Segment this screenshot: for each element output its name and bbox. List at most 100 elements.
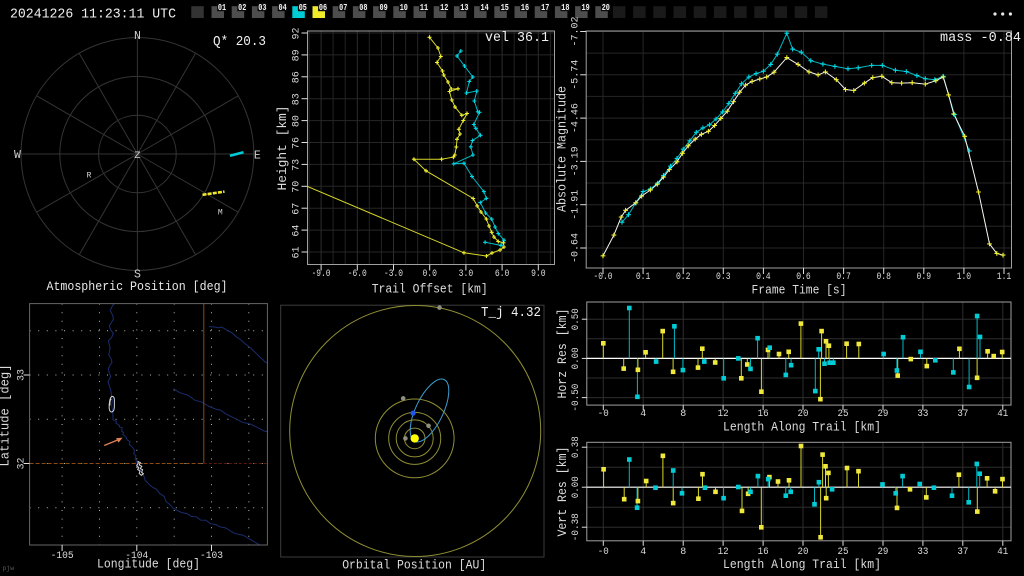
svg-text:Absolute Magnitude: Absolute Magnitude — [556, 86, 570, 212]
svg-text:0.7: 0.7 — [836, 271, 851, 283]
svg-text:3.0: 3.0 — [459, 268, 474, 280]
svg-text:32: 32 — [16, 458, 28, 470]
svg-text:92: 92 — [291, 28, 303, 40]
svg-text:N: N — [134, 30, 141, 43]
svg-text:-3.0: -3.0 — [384, 268, 403, 280]
svg-text:-4.46: -4.46 — [570, 103, 582, 133]
svg-text:Trail Offset [km]: Trail Offset [km] — [372, 283, 488, 297]
svg-text:0.6: 0.6 — [796, 271, 811, 283]
svg-text:0.2: 0.2 — [676, 271, 691, 283]
svg-text:16: 16 — [521, 3, 529, 13]
svg-text:76: 76 — [291, 137, 303, 149]
svg-text:07: 07 — [339, 3, 347, 13]
svg-text:0.1: 0.1 — [636, 271, 651, 283]
svg-text:-9.0: -9.0 — [312, 268, 331, 280]
svg-text:pjw: pjw — [3, 565, 15, 572]
svg-text:-7.02: -7.02 — [570, 17, 582, 47]
svg-text:-0: -0 — [598, 408, 609, 420]
svg-text:70: 70 — [291, 181, 303, 193]
svg-text:vel 36.1: vel 36.1 — [485, 31, 549, 46]
svg-text:8: 8 — [680, 546, 686, 558]
svg-text:Orbital Position [AU]: Orbital Position [AU] — [342, 559, 486, 573]
svg-text:64: 64 — [291, 225, 303, 237]
svg-text:12: 12 — [718, 546, 729, 558]
svg-text:25: 25 — [838, 408, 849, 420]
svg-text:Z: Z — [134, 150, 140, 162]
svg-text:Q* 20.3: Q* 20.3 — [213, 35, 266, 50]
svg-text:T_j 4.32: T_j 4.32 — [481, 306, 541, 321]
svg-text:14: 14 — [481, 3, 490, 13]
svg-text:86: 86 — [291, 71, 303, 83]
svg-text:1.0: 1.0 — [957, 271, 972, 283]
svg-text:73: 73 — [291, 159, 303, 171]
svg-text:0.50: 0.50 — [570, 308, 582, 330]
svg-text:25: 25 — [838, 546, 849, 558]
svg-text:0.9: 0.9 — [917, 271, 932, 283]
svg-text:15: 15 — [501, 3, 509, 13]
svg-text:18: 18 — [561, 3, 569, 13]
svg-text:11: 11 — [420, 3, 429, 13]
svg-text:03: 03 — [258, 3, 266, 13]
svg-text:0.3: 0.3 — [716, 271, 731, 283]
svg-text:61: 61 — [291, 247, 303, 259]
svg-text:12: 12 — [718, 408, 729, 420]
svg-text:83: 83 — [291, 93, 303, 105]
svg-text:Length Along Trail [km]: Length Along Trail [km] — [723, 558, 881, 572]
svg-text:4: 4 — [640, 546, 646, 558]
svg-text:mass -0.84: mass -0.84 — [940, 31, 1021, 46]
svg-text:-0.38: -0.38 — [570, 513, 582, 541]
svg-text:9.0: 9.0 — [531, 268, 546, 280]
svg-text:E: E — [254, 150, 261, 163]
svg-text:Height [km]: Height [km] — [276, 106, 290, 191]
svg-text:Frame Time [s]: Frame Time [s] — [752, 283, 847, 297]
svg-text:20: 20 — [602, 3, 610, 13]
svg-text:02: 02 — [238, 3, 246, 13]
svg-text:37: 37 — [957, 408, 968, 420]
svg-text:17: 17 — [541, 3, 549, 13]
svg-text:Horz Res [km]: Horz Res [km] — [556, 309, 570, 399]
svg-text:12: 12 — [440, 3, 448, 13]
svg-text:41: 41 — [997, 546, 1008, 558]
svg-text:-3.19: -3.19 — [570, 146, 582, 176]
svg-text:05: 05 — [299, 3, 307, 13]
svg-text:41: 41 — [997, 408, 1008, 420]
svg-text:20: 20 — [798, 546, 809, 558]
svg-text:W: W — [14, 149, 21, 162]
svg-text:-1.91: -1.91 — [570, 190, 582, 220]
svg-text:0.4: 0.4 — [756, 271, 771, 283]
svg-text:0.8: 0.8 — [876, 271, 891, 283]
svg-text:13: 13 — [460, 3, 468, 13]
svg-text:37: 37 — [957, 546, 968, 558]
svg-text:-0.50: -0.50 — [570, 384, 582, 412]
svg-text:67: 67 — [291, 203, 303, 215]
svg-text:-5.74: -5.74 — [570, 60, 582, 90]
svg-text:8: 8 — [680, 408, 686, 420]
svg-text:Length Along Trail [km]: Length Along Trail [km] — [723, 421, 881, 435]
svg-text:29: 29 — [877, 408, 888, 420]
svg-text:09: 09 — [380, 3, 388, 13]
svg-text:19: 19 — [582, 3, 590, 13]
svg-text:-103: -103 — [200, 550, 223, 562]
svg-text:01: 01 — [218, 3, 227, 13]
svg-text:10: 10 — [400, 3, 408, 13]
svg-text:16: 16 — [758, 408, 769, 420]
svg-text:33: 33 — [917, 408, 928, 420]
svg-text:0.38: 0.38 — [570, 436, 582, 458]
svg-text:20241226 11:23:11 UTC: 20241226 11:23:11 UTC — [10, 7, 176, 23]
svg-text:33: 33 — [16, 369, 28, 381]
svg-text:04: 04 — [279, 3, 288, 13]
svg-text:08: 08 — [359, 3, 367, 13]
svg-text:06: 06 — [319, 3, 327, 13]
svg-text:-105: -105 — [51, 550, 74, 562]
svg-text:Vert Res [km]: Vert Res [km] — [556, 447, 570, 537]
svg-text:M: M — [218, 209, 223, 218]
svg-text:-0: -0 — [598, 546, 609, 558]
svg-text:Longitude [deg]: Longitude [deg] — [97, 558, 200, 572]
svg-text:33: 33 — [917, 546, 928, 558]
svg-text:4: 4 — [640, 408, 646, 420]
svg-text:6.0: 6.0 — [495, 268, 510, 280]
svg-text:Atmospheric Position [deg]: Atmospheric Position [deg] — [47, 280, 228, 294]
svg-text:0.00: 0.00 — [570, 476, 582, 498]
svg-text:89: 89 — [291, 49, 303, 61]
svg-text:80: 80 — [291, 115, 303, 127]
